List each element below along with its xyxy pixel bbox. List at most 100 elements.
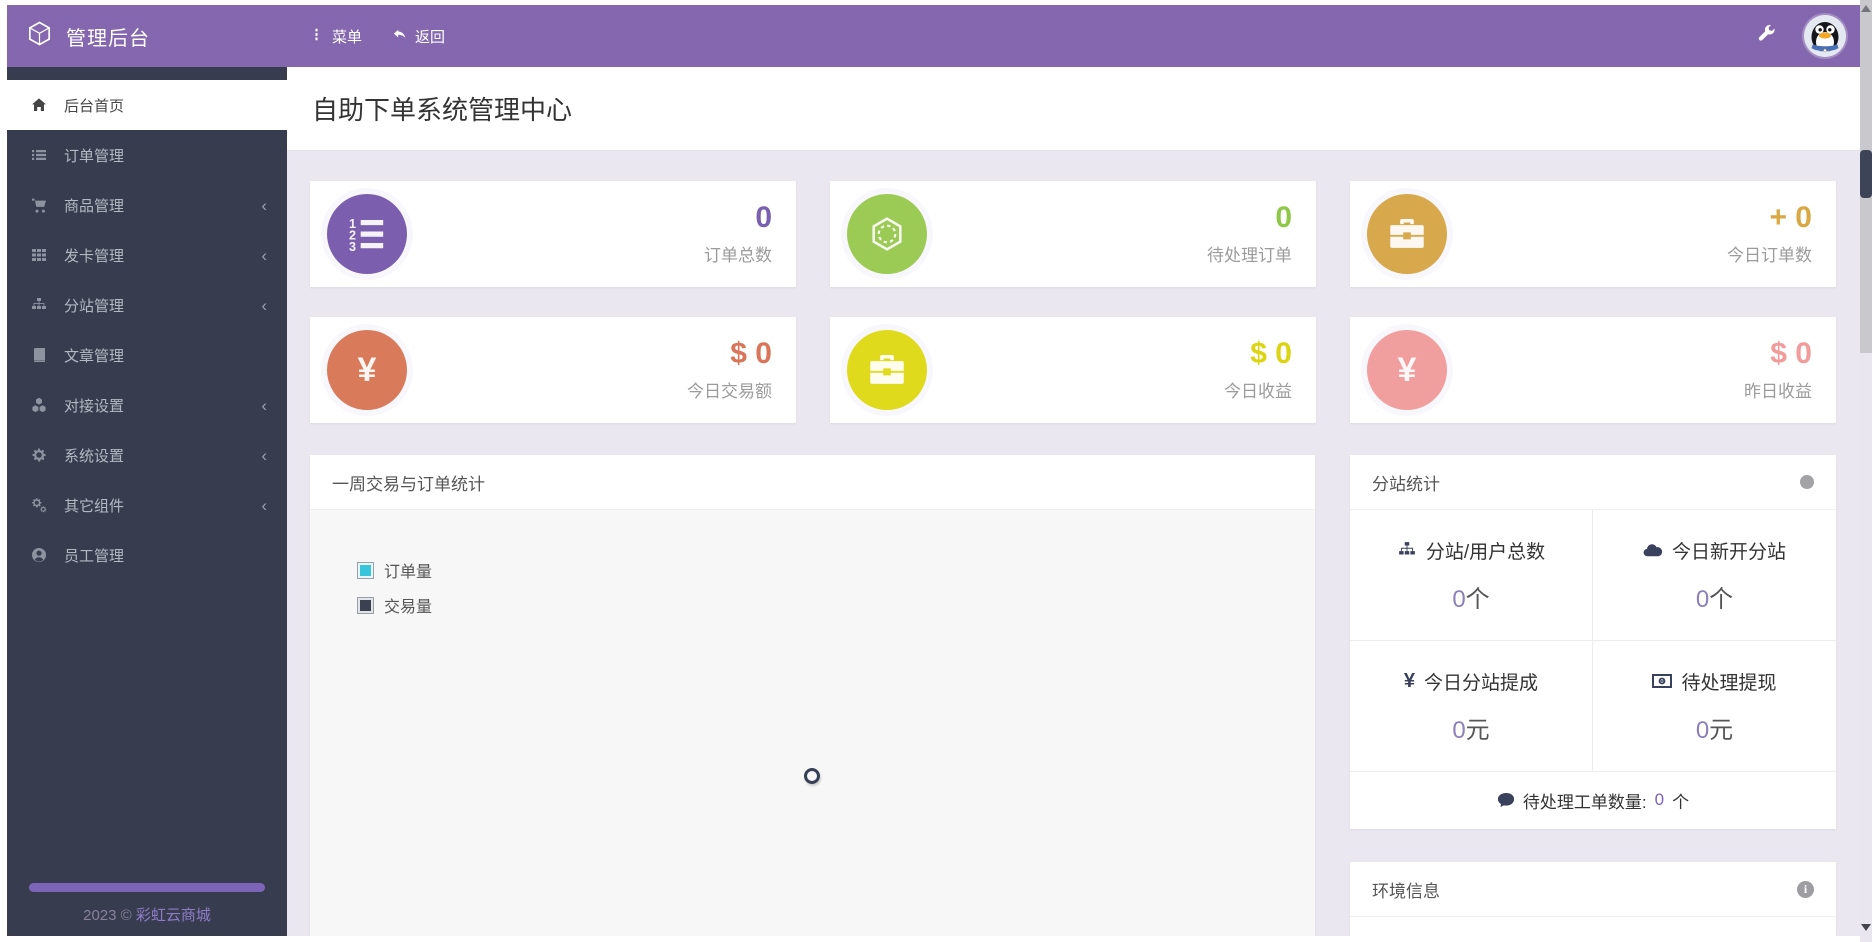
sidebar-item-label: 系统设置	[64, 447, 125, 465]
chevron-left-icon: ‹	[261, 445, 267, 465]
sidebar-item-orders[interactable]: 订单管理	[7, 130, 287, 180]
chevron-left-icon: ‹	[261, 495, 267, 515]
stat-card-yesterday-profit[interactable]: ¥ $ 0 昨日收益	[1350, 317, 1836, 423]
sidebar-item-settings[interactable]: 系统设置 ‹	[7, 430, 287, 480]
menu-toggle-button[interactable]: 菜单	[309, 26, 362, 47]
branch-cell-value: 0	[1452, 585, 1466, 613]
sidebar-item-label: 发卡管理	[64, 247, 125, 265]
list-icon	[31, 147, 49, 163]
sidebar-item-branches[interactable]: 分站管理 ‹	[7, 280, 287, 330]
brand-link[interactable]: 彩虹云商城	[136, 907, 211, 924]
sidebar-item-label: 员工管理	[64, 547, 125, 565]
branch-cell-total[interactable]: 分站/用户总数 0个	[1350, 510, 1593, 641]
branch-stats-panel: 分站统计 分站/用户总数 0个 今日新开分站 0个 ¥ 今日分站提成 0元 0 …	[1350, 455, 1836, 829]
legend-swatch-dark	[357, 596, 374, 614]
svg-text:0: 0	[1661, 679, 1664, 685]
stat-card-today-profit[interactable]: $ 0 今日收益	[830, 317, 1316, 423]
branch-cell-unit: 元	[1465, 716, 1490, 744]
wrench-icon[interactable]	[1757, 24, 1776, 48]
comment-icon	[1497, 793, 1514, 807]
svg-text:3: 3	[349, 240, 356, 252]
back-button[interactable]: 返回	[392, 26, 445, 47]
tickets-value: 0	[1654, 790, 1665, 809]
chart-legend: 订单量 交易量	[357, 558, 433, 628]
money-icon: 0	[1652, 672, 1673, 690]
branch-cell-label: 待处理提现	[1681, 672, 1777, 694]
chart-body: 订单量 交易量	[310, 510, 1315, 936]
tickets-unit: 个	[1672, 792, 1690, 812]
stat-card-today-revenue[interactable]: ¥ $ 0 今日交易额	[310, 317, 796, 423]
gears-icon	[31, 497, 49, 513]
scrollbar-down-arrow[interactable]	[1861, 924, 1871, 931]
stat-card-total-orders[interactable]: 1 2 3 0 订单总数	[310, 181, 796, 287]
back-arrow-icon	[392, 27, 407, 46]
home-icon	[31, 97, 49, 113]
pending-tickets-row[interactable]: 待处理工单数量: 0 个	[1350, 772, 1836, 828]
sidebar-item-label: 文章管理	[64, 347, 125, 365]
sidebar-item-staff[interactable]: 员工管理	[7, 530, 287, 580]
yen-icon: ¥	[327, 330, 407, 410]
legend-item-orders[interactable]: 订单量	[357, 558, 433, 582]
branch-cell-withdrawals[interactable]: 0 待处理提现 0元	[1593, 641, 1836, 772]
branch-cell-commission[interactable]: ¥ 今日分站提成 0元	[1350, 641, 1593, 772]
sidebar-item-components[interactable]: 其它组件 ‹	[7, 480, 287, 530]
stat-card-pending-orders[interactable]: 0 待处理订单	[830, 181, 1316, 287]
sidebar-item-products[interactable]: 商品管理 ‹	[7, 180, 287, 230]
stat-value: 0	[755, 201, 772, 235]
stat-value: $ 0	[1250, 337, 1292, 371]
legend-swatch-cyan	[357, 561, 374, 579]
branch-cell-new-today[interactable]: 今日新开分站 0个	[1593, 510, 1836, 641]
tickets-label: 待处理工单数量:	[1522, 792, 1647, 812]
menu-label: 菜单	[332, 28, 363, 46]
sitemap-icon	[31, 297, 49, 313]
scrollbar-track-lower[interactable]	[1860, 353, 1872, 942]
briefcase-icon	[1367, 194, 1447, 274]
brand[interactable]: 管理后台	[7, 20, 287, 52]
weekly-chart-panel: 一周交易与订单统计 订单量 交易量	[310, 455, 1315, 936]
branch-cell-value: 0	[1695, 585, 1710, 613]
branch-cell-unit: 元	[1709, 716, 1734, 744]
yen-icon: ¥	[1367, 330, 1447, 410]
branch-panel-header: 分站统计	[1350, 455, 1836, 510]
stat-label: 订单总数	[704, 245, 772, 265]
scrollbar-up-arrow[interactable]	[1861, 5, 1871, 12]
sidebar-item-label: 分站管理	[64, 297, 125, 315]
stat-card-today-orders[interactable]: + 0 今日订单数	[1350, 181, 1836, 287]
branch-cell-label: 分站/用户总数	[1425, 541, 1546, 563]
loading-spinner	[804, 768, 820, 784]
branch-cell-unit: 个	[1709, 585, 1734, 613]
sidebar-copyright: 2023 © 彩虹云商城	[7, 904, 287, 925]
stat-label: 今日订单数	[1727, 245, 1812, 265]
environment-panel-title: 环境信息	[1372, 881, 1440, 901]
briefcase-icon	[847, 330, 927, 410]
chart-panel-title: 一周交易与订单统计	[332, 474, 485, 494]
chart-panel-header: 一周交易与订单统计	[310, 455, 1315, 510]
sidebar-nav: 后台首页 订单管理 商品管理 ‹ 发卡管理 ‹ 分站管理 ‹ 文章管理 对接设置…	[7, 67, 287, 580]
branch-cell-label: 今日分站提成	[1424, 672, 1539, 694]
sidebar-progress-bar	[29, 883, 265, 892]
user-icon	[31, 547, 49, 563]
list-ol-icon: 1 2 3	[327, 194, 407, 274]
cart-icon	[31, 197, 49, 213]
sidebar-item-api[interactable]: 对接设置 ‹	[7, 380, 287, 430]
stat-label: 今日收益	[1224, 381, 1292, 401]
sitemap-icon	[1397, 541, 1417, 559]
topbar-menu: 菜单 返回	[309, 26, 445, 47]
sidebar-item-articles[interactable]: 文章管理	[7, 330, 287, 380]
legend-item-transactions[interactable]: 交易量	[357, 593, 432, 617]
info-icon[interactable]: i	[1797, 880, 1814, 898]
sidebar-item-home[interactable]: 后台首页	[7, 80, 287, 130]
sidebar-item-label: 订单管理	[64, 147, 125, 165]
branch-stats-grid: 分站/用户总数 0个 今日新开分站 0个 ¥ 今日分站提成 0元 0 待处理提现…	[1350, 510, 1836, 772]
branch-panel-title: 分站统计	[1372, 474, 1440, 494]
qq-avatar[interactable]	[1804, 15, 1846, 57]
hexagon-icon	[847, 194, 927, 274]
stat-value: 0	[1275, 201, 1292, 235]
status-dot-icon	[1800, 475, 1814, 489]
sidebar-item-cards[interactable]: 发卡管理 ‹	[7, 230, 287, 280]
legend-label: 订单量	[384, 564, 433, 581]
environment-panel-header: 环境信息 i	[1350, 862, 1836, 917]
scrollbar-thumb[interactable]	[1860, 150, 1872, 198]
stat-label: 待处理订单	[1207, 245, 1292, 265]
sidebar-item-label: 其它组件	[64, 497, 125, 515]
